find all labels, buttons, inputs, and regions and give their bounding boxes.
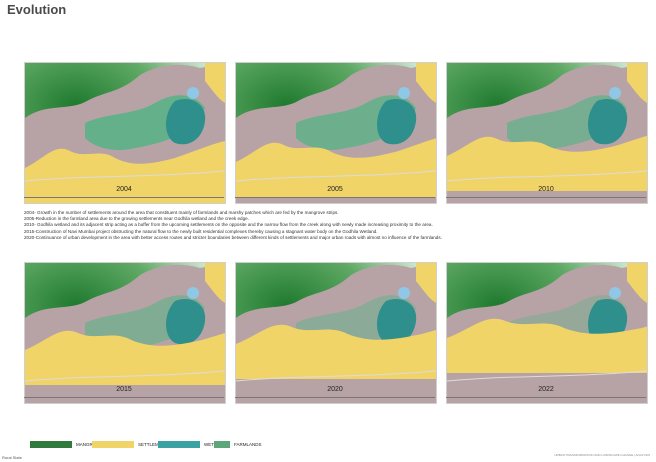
footer-left: Rural Slate [2, 455, 22, 460]
year-underline [24, 397, 224, 398]
legend-item-farmlands: FARMLANDS [214, 440, 262, 448]
year-label-2015: 2015 [116, 386, 132, 393]
year-underline [446, 197, 646, 198]
note-2020: 2020-Continuance of urban development in… [24, 234, 442, 240]
map-panel-2005 [235, 62, 437, 204]
map-panel-2020 [235, 262, 437, 404]
year-underline [24, 197, 224, 198]
page-title: Evolution [7, 2, 67, 17]
map-2022 [447, 263, 647, 403]
map-panel-2004 [24, 62, 226, 204]
farmlands-swatch [214, 440, 230, 448]
water-body [609, 287, 621, 299]
year-label-2022: 2022 [538, 386, 554, 393]
map-panel-2010 [446, 62, 648, 204]
year-label-2004: 2004 [116, 186, 132, 193]
year-underline [446, 397, 646, 398]
year-underline [235, 397, 435, 398]
map-2004 [25, 63, 225, 203]
water-body [609, 87, 621, 99]
year-underline [235, 197, 435, 198]
year-label-2020: 2020 [327, 386, 343, 393]
note-2010: 2010- Godhila wetland and its adjacent s… [24, 222, 433, 228]
map-2010 [447, 63, 647, 203]
mangroves-swatch [30, 440, 72, 448]
water-body [398, 287, 410, 299]
notes-block: 2004- Growth in the number of settlement… [24, 210, 442, 241]
map-panel-2022 [446, 262, 648, 404]
water-body [398, 87, 410, 99]
footer-right: URBAN TRANSFORMATION AND LANDSCAPE CHANG… [554, 453, 650, 457]
map-2020 [236, 263, 436, 403]
map-2015 [25, 263, 225, 403]
water-body [187, 87, 199, 99]
water-body [187, 287, 199, 299]
year-label-2010: 2010 [538, 186, 554, 193]
settlements-swatch [92, 440, 134, 448]
map-panel-2015 [24, 262, 226, 404]
map-2005 [236, 63, 436, 203]
wetlands-swatch [158, 440, 200, 448]
year-label-2005: 2005 [327, 186, 343, 193]
legend-label: FARMLANDS [234, 441, 262, 447]
